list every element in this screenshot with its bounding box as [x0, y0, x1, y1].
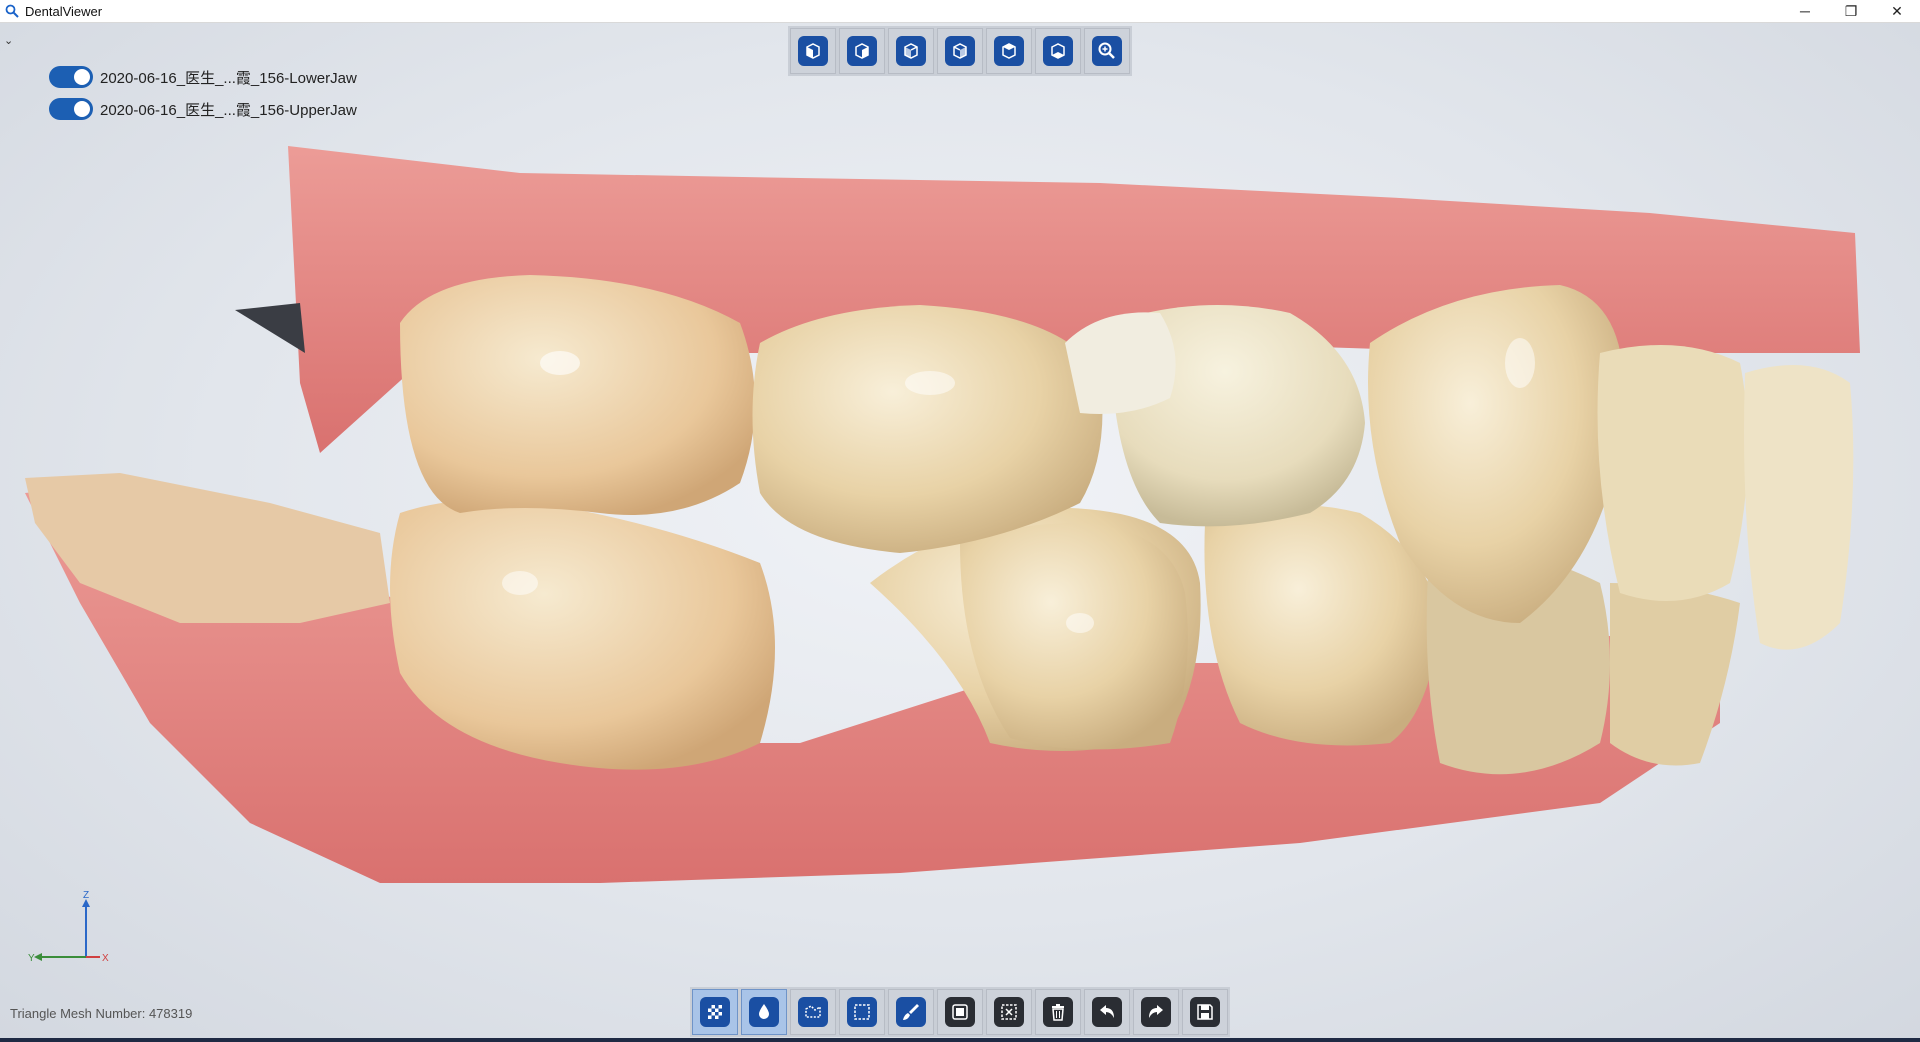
- deselect-icon: [1001, 1004, 1017, 1020]
- texture-toggle-button[interactable]: [692, 989, 738, 1035]
- color-toggle-button[interactable]: [741, 989, 787, 1035]
- left-view-icon: [904, 43, 918, 59]
- layer-item-lowerjaw: 2020-06-16_医生_...霞_156-LowerJaw: [49, 61, 357, 93]
- rect-select-button[interactable]: [839, 989, 885, 1035]
- layer-label: 2020-06-16_医生_...霞_156-UpperJaw: [100, 101, 357, 119]
- deselect-button[interactable]: [986, 989, 1032, 1035]
- layer-label: 2020-06-16_医生_...霞_156-LowerJaw: [100, 69, 357, 87]
- dental-scan-model[interactable]: [0, 23, 1920, 1038]
- rect-select-icon: [854, 1004, 870, 1020]
- delete-icon: [1052, 1004, 1064, 1021]
- zoom-button[interactable]: [1084, 28, 1130, 74]
- panel-collapse-chevron-icon[interactable]: ⌄: [4, 35, 16, 47]
- lasso-select-icon: [805, 1005, 821, 1018]
- save-icon: [1197, 1004, 1213, 1020]
- axis-gizmo: Z Y X: [28, 890, 109, 964]
- left-view-button[interactable]: [888, 28, 934, 74]
- back-view-icon: [855, 43, 869, 59]
- bottom-view-icon: [1051, 43, 1065, 59]
- close-button[interactable]: ✕: [1874, 0, 1920, 22]
- select-all-button[interactable]: [937, 989, 983, 1035]
- color-drop-icon: [759, 1004, 769, 1019]
- front-view-button[interactable]: [790, 28, 836, 74]
- triangle-mesh-count: Triangle Mesh Number: 478319: [10, 1006, 193, 1021]
- select-all-icon: [952, 1004, 968, 1020]
- toggle-knob: [74, 101, 90, 117]
- top-view-icon: [1002, 43, 1016, 59]
- lasso-select-button[interactable]: [790, 989, 836, 1035]
- window-title: DentalViewer: [25, 3, 103, 19]
- back-view-button[interactable]: [839, 28, 885, 74]
- front-view-icon: [806, 43, 820, 59]
- title-bar: DentalViewer ─ ❐ ✕: [0, 0, 1920, 23]
- bottom-view-button[interactable]: [1035, 28, 1081, 74]
- axis-z-label: Z: [83, 890, 89, 901]
- edit-toolbar: [690, 987, 1230, 1037]
- upperjaw-visibility-toggle[interactable]: [49, 98, 93, 120]
- window-controls: ─ ❐ ✕: [1782, 0, 1920, 22]
- restore-button[interactable]: ❐: [1828, 0, 1874, 22]
- undo-icon: [1100, 1005, 1114, 1018]
- brush-button[interactable]: [888, 989, 934, 1035]
- toggle-knob: [74, 69, 90, 85]
- redo-button[interactable]: [1133, 989, 1179, 1035]
- brush-icon: [903, 1004, 919, 1020]
- top-view-button[interactable]: [986, 28, 1032, 74]
- axis-x-label: X: [102, 953, 109, 964]
- window-bottom-border: [0, 1038, 1920, 1042]
- minimize-button[interactable]: ─: [1782, 0, 1828, 22]
- delete-button[interactable]: [1035, 989, 1081, 1035]
- zoom-icon: [1098, 42, 1115, 59]
- texture-icon: [708, 1005, 722, 1019]
- view-toolbar: [788, 26, 1132, 76]
- axis-y-label: Y: [28, 953, 35, 964]
- redo-icon: [1149, 1005, 1163, 1018]
- undo-button[interactable]: [1084, 989, 1130, 1035]
- 3d-viewport[interactable]: ⌄ 2020-06-16_医生_...霞_156-LowerJaw 2020-0…: [0, 23, 1920, 1038]
- save-button[interactable]: [1182, 989, 1228, 1035]
- right-view-button[interactable]: [937, 28, 983, 74]
- right-view-icon: [953, 43, 967, 59]
- layer-item-upperjaw: 2020-06-16_医生_...霞_156-UpperJaw: [49, 93, 357, 125]
- layer-list: 2020-06-16_医生_...霞_156-LowerJaw 2020-06-…: [49, 61, 357, 125]
- app-magnifier-icon: [5, 4, 19, 18]
- lowerjaw-visibility-toggle[interactable]: [49, 66, 93, 88]
